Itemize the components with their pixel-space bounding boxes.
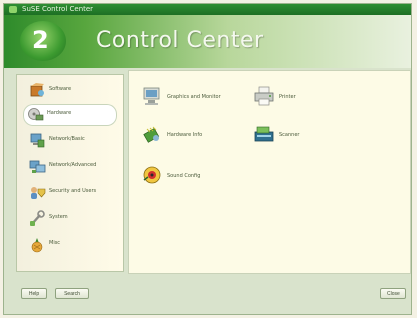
sidebar-item-label: Security and Users bbox=[49, 188, 97, 194]
module-hardware-info[interactable]: Hardware Info bbox=[141, 123, 241, 147]
sidebar: Software Hardware Network/Basic Network/… bbox=[16, 74, 124, 272]
sidebar-item-network-basic[interactable]: Network/Basic bbox=[25, 130, 125, 152]
module-label: Scanner bbox=[279, 132, 300, 138]
hardware-info-icon bbox=[141, 123, 163, 145]
search-button[interactable]: Search bbox=[55, 288, 89, 299]
window-title: SuSE Control Center bbox=[22, 5, 94, 13]
sidebar-item-label: Misc bbox=[49, 240, 61, 246]
sidebar-item-security-and-users[interactable]: Security and Users bbox=[25, 182, 125, 204]
logo-text: 2 bbox=[32, 26, 49, 54]
sidebar-item-label: Network/Basic bbox=[49, 136, 85, 142]
security-users-icon bbox=[29, 184, 46, 201]
printer-icon bbox=[253, 85, 275, 107]
module-label: Sound Config bbox=[167, 173, 201, 179]
header-banner: 2 Control Center bbox=[4, 15, 411, 68]
sidebar-item-network-advanced[interactable]: Network/Advanced bbox=[25, 156, 125, 178]
footer-bar: Help Search Close bbox=[4, 276, 411, 314]
monitor-icon bbox=[141, 85, 163, 107]
sidebar-item-software[interactable]: Software bbox=[25, 80, 125, 102]
module-sound-config[interactable]: Sound Config bbox=[141, 164, 241, 188]
title-bar: SuSE Control Center bbox=[4, 4, 411, 15]
sidebar-item-hardware[interactable]: Hardware bbox=[23, 104, 117, 126]
sidebar-item-label: Hardware bbox=[47, 110, 72, 116]
sidebar-item-label: System bbox=[49, 214, 68, 220]
control-center-window: SuSE Control Center 2 Control Center Sof… bbox=[3, 3, 412, 315]
system-tools-icon bbox=[29, 210, 46, 227]
close-button[interactable]: Close bbox=[380, 288, 406, 299]
network-advanced-icon bbox=[29, 158, 46, 175]
module-printer[interactable]: Printer bbox=[253, 85, 343, 109]
sidebar-item-label: Network/Advanced bbox=[49, 162, 97, 168]
module-panel: Graphics and Monitor Printer Hardware In… bbox=[128, 70, 411, 274]
module-scanner[interactable]: Scanner bbox=[253, 123, 343, 147]
page-title: Control Center bbox=[96, 28, 264, 53]
sound-icon bbox=[141, 164, 163, 186]
sidebar-item-misc[interactable]: Misc bbox=[25, 234, 125, 256]
module-label: Printer bbox=[279, 94, 296, 100]
sidebar-item-label: Software bbox=[49, 86, 72, 92]
module-graphics-and-monitor[interactable]: Graphics and Monitor bbox=[141, 85, 241, 109]
network-basic-icon bbox=[29, 132, 46, 149]
module-label: Graphics and Monitor bbox=[167, 94, 221, 100]
app-icon bbox=[9, 6, 17, 13]
hardware-device-icon bbox=[27, 106, 44, 123]
software-box-icon bbox=[29, 82, 46, 99]
misc-icon bbox=[29, 236, 46, 253]
help-button[interactable]: Help bbox=[21, 288, 47, 299]
module-label: Hardware Info bbox=[167, 132, 203, 138]
sidebar-item-system[interactable]: System bbox=[25, 208, 125, 230]
scanner-icon bbox=[253, 123, 275, 145]
